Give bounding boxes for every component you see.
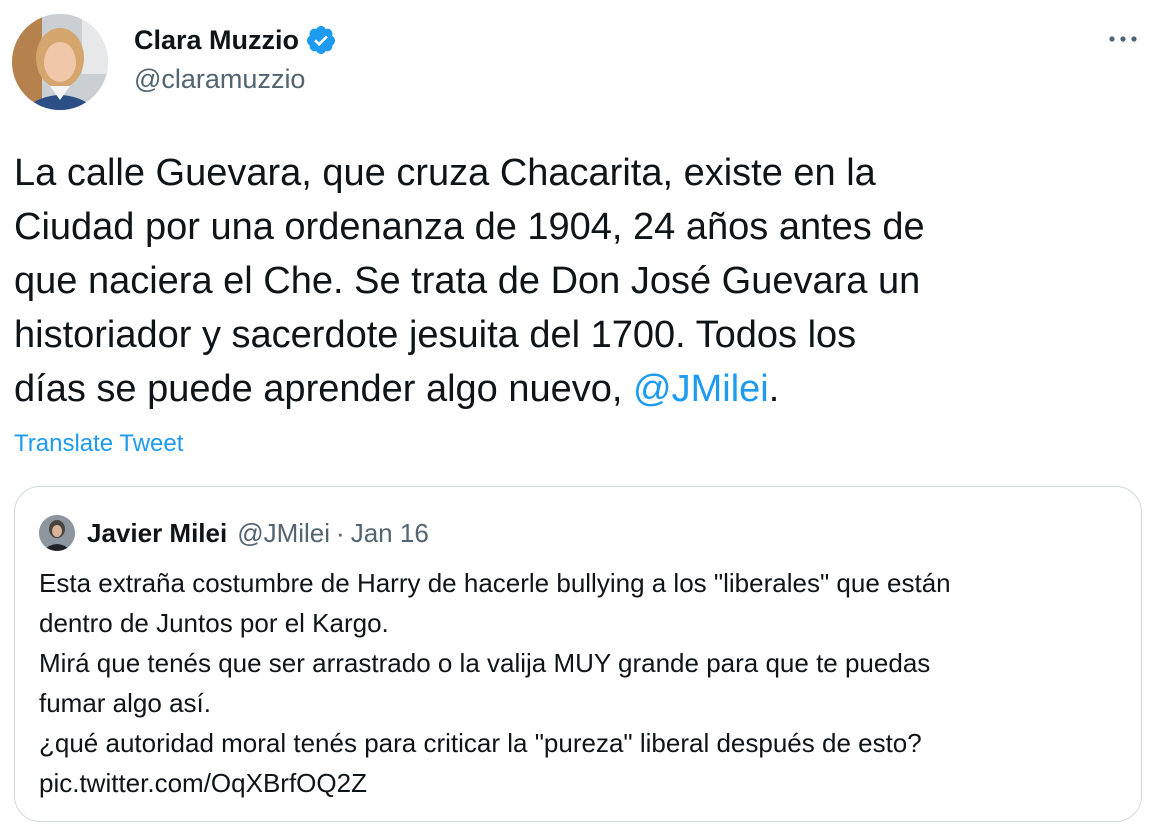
quoted-author-name: Javier Milei: [87, 517, 228, 548]
quoted-text-line: Mirá que tenés que ser arrastrado o la v…: [39, 648, 931, 678]
tweet-text-body: La calle Guevara, que cruza Chacarita, e…: [14, 152, 925, 410]
quoted-text-line: Esta extraña costumbre de Harry de hacer…: [39, 568, 951, 598]
tweet-text: La calle Guevara, que cruza Chacarita, e…: [14, 146, 1144, 416]
quoted-tweet-header: Javier Milei @JMilei · Jan 16: [39, 515, 429, 551]
author-name-row: Clara Muzzio: [134, 22, 337, 58]
translate-tweet-link[interactable]: Translate Tweet: [14, 430, 183, 458]
verified-badge-icon: [305, 24, 337, 56]
author-avatar[interactable]: [12, 14, 108, 110]
quoted-tweet-date: Jan 16: [350, 517, 429, 548]
quoted-text-line: ¿qué autoridad moral tenés para criticar…: [39, 728, 922, 758]
quoted-tweet-card[interactable]: Javier Milei @JMilei · Jan 16 Esta extra…: [14, 486, 1142, 822]
author-handle[interactable]: @claramuzzio: [134, 64, 337, 95]
quoted-tweet-text: Esta extraña costumbre de Harry de hacer…: [39, 563, 1119, 803]
tweet: Clara Muzzio @claramuzzio La calle Gueva…: [0, 0, 1156, 834]
quoted-pic-link[interactable]: pic.twitter.com/OqXBrfOQ2Z: [39, 763, 1119, 803]
author-block: Clara Muzzio @claramuzzio: [134, 22, 337, 95]
quoted-author-handle: @JMilei: [237, 517, 331, 548]
quoted-separator: ·: [336, 517, 345, 548]
quoted-text-line: dentro de Juntos por el Kargo.: [39, 608, 389, 638]
more-options-icon[interactable]: [1108, 24, 1138, 54]
author-photo: [12, 14, 108, 110]
quoted-author-avatar: [39, 515, 75, 551]
author-display-name[interactable]: Clara Muzzio: [134, 25, 299, 56]
mention-link[interactable]: @JMilei: [633, 368, 769, 410]
tweet-text-end: .: [768, 368, 780, 410]
quoted-text-line: fumar algo así.: [39, 688, 211, 718]
